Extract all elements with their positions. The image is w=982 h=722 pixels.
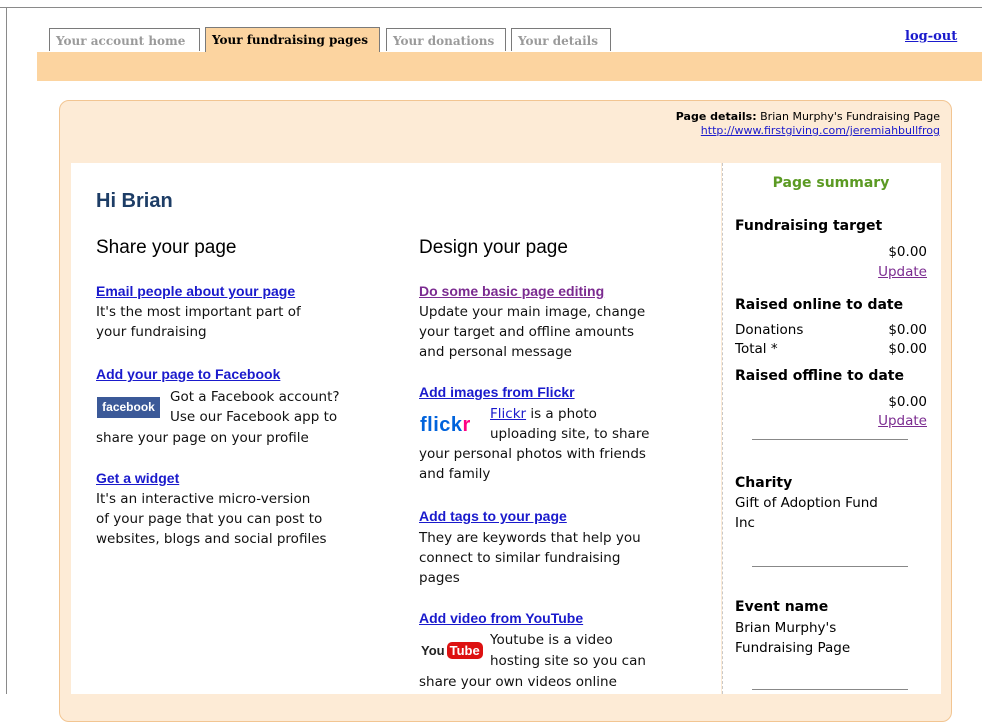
donations-value: $0.00	[888, 322, 927, 338]
facebook-logo-icon: facebook	[97, 397, 160, 418]
tab-content-band	[37, 52, 982, 81]
window-top-border	[0, 0, 982, 8]
offline-value: $0.00	[888, 394, 927, 410]
charity-name: Gift of Adoption Fund Inc	[735, 495, 878, 531]
total-value: $0.00	[888, 341, 927, 357]
raised-online-heading: Raised online to date	[735, 297, 904, 313]
add-flickr-images-link[interactable]: Add images from Flickr	[419, 384, 575, 400]
event-name-heading: Event name	[735, 599, 829, 615]
youtube-description-line-3: share your own videos online	[419, 674, 617, 690]
flickr-logo-icon: flickr	[420, 414, 471, 436]
design-heading: Design your page	[419, 237, 568, 258]
update-target-link[interactable]: Update	[878, 264, 927, 280]
facebook-description-line-2: Use our Facebook app to	[170, 409, 338, 425]
tab-fundraising-pages[interactable]: Your fundraising pages	[205, 27, 380, 52]
page-details-name: Brian Murphy's Fundraising Page	[760, 110, 940, 123]
add-youtube-video-link[interactable]: Add video from YouTube	[419, 610, 583, 626]
fundraising-target-value: $0.00	[888, 244, 927, 260]
flickr-inline-link[interactable]: Flickr	[490, 406, 526, 422]
page-details-label: Page details:	[675, 110, 757, 123]
event-name: Brian Murphy's Fundraising Page	[735, 620, 851, 656]
greeting: Hi Brian	[96, 190, 173, 212]
page-summary-title: Page summary	[772, 175, 890, 191]
page-details: Page details: Brian Murphy's Fundraising…	[676, 110, 940, 138]
youtube-description-line-2: hosting site so you can	[490, 653, 646, 669]
basic-editing-description: Update your main image, change your targe…	[419, 304, 646, 360]
donations-label: Donations	[735, 322, 804, 338]
sidebar-divider	[752, 439, 908, 440]
basic-page-editing-link[interactable]: Do some basic page editing	[419, 283, 604, 299]
youtube-description-line-1: Youtube is a video	[490, 632, 613, 648]
facebook-description-line-1: Got a Facebook account?	[170, 389, 340, 405]
add-tags-link[interactable]: Add tags to your page	[419, 508, 567, 524]
tab-donations[interactable]: Your donations	[386, 28, 506, 51]
charity-heading: Charity	[735, 475, 793, 491]
widget-description: It's an interactive micro-version of your…	[96, 491, 327, 547]
logout-link[interactable]: log-out	[905, 29, 957, 44]
facebook-description-line-3: share your page on your profile	[96, 430, 309, 446]
email-description: It's the most important part of your fund…	[96, 304, 301, 340]
sidebar-divider	[752, 566, 908, 567]
tags-description: They are keywords that help you connect t…	[419, 530, 641, 586]
tab-account-home[interactable]: Your account home	[49, 28, 200, 51]
raised-offline-heading: Raised offline to date	[735, 368, 904, 384]
sidebar-divider	[752, 689, 908, 690]
flickr-description-line-3: your personal photos with friends and fam…	[419, 446, 646, 482]
window-left-border	[6, 7, 7, 694]
flickr-description-line-2: uploading site, to share	[490, 426, 650, 442]
email-people-link[interactable]: Email people about your page	[96, 283, 295, 299]
share-heading: Share your page	[96, 237, 237, 258]
flickr-description-line-1: Flickr is a photo	[490, 406, 597, 422]
youtube-logo-icon: You Tube	[421, 640, 483, 662]
total-label: Total *	[735, 341, 778, 357]
fundraising-target-heading: Fundraising target	[735, 218, 883, 234]
update-offline-link[interactable]: Update	[878, 413, 927, 429]
add-to-facebook-link[interactable]: Add your page to Facebook	[96, 366, 280, 382]
tab-details[interactable]: Your details	[511, 28, 611, 51]
page-url-link[interactable]: http://www.firstgiving.com/jeremiahbullf…	[676, 124, 940, 138]
get-widget-link[interactable]: Get a widget	[96, 470, 179, 486]
